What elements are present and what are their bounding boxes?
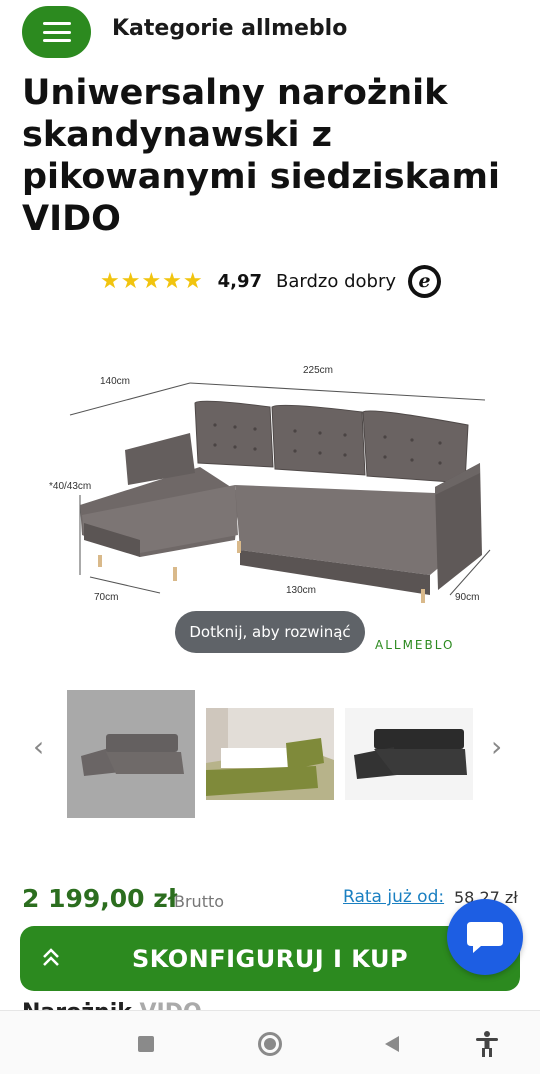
square-icon [138, 1036, 154, 1052]
price-tax-label: Brutto [174, 892, 225, 911]
chevron-right-icon[interactable]: › [491, 730, 502, 763]
rating-score: 4,97 [217, 270, 263, 292]
dimension-bottom: 130cm [286, 585, 317, 596]
sofa-thumbnail-room [206, 708, 334, 800]
thumbnail-2[interactable] [206, 708, 334, 800]
dimension-left: 70cm [94, 592, 119, 603]
sofa-thumbnail-dark [354, 729, 467, 779]
home-button[interactable] [255, 1029, 285, 1059]
configure-and-buy-button[interactable]: SKONFIGURUJ I KUP [20, 926, 520, 991]
dimension-top: 225cm [303, 365, 334, 376]
system-navigation-bar [0, 1010, 540, 1074]
product-price: 2 199,00 zł [22, 884, 178, 913]
allmeblo-logo: ALLMEBLO [375, 638, 455, 652]
tap-to-expand-hint[interactable]: Dotknij, aby rozwinąć [175, 611, 365, 653]
product-title: Uniwersalny narożnik skandynawski z piko… [22, 73, 500, 239]
menu-button[interactable] [22, 6, 91, 58]
back-button[interactable] [377, 1029, 407, 1059]
peek-text-dark: Narożnik [22, 1000, 140, 1010]
section-heading-peek: Narożnik VIDO [22, 1000, 202, 1010]
accessibility-button[interactable] [472, 1029, 502, 1059]
rating-row[interactable]: ★★★★★ 4,97 Bardzo dobry e [100, 264, 442, 298]
sofa-thumbnail-gray [81, 734, 184, 776]
dimension-height: *40/43cm [49, 481, 92, 492]
chat-bubble-icon [467, 922, 503, 953]
price-row: 2 199,00 zł Brutto Rata już od: 58,27 zł [22, 884, 522, 916]
gallery-thumbnails: ‹ › [0, 690, 540, 820]
double-chevron-up-icon [43, 948, 59, 966]
trusted-shops-icon: e [408, 264, 442, 298]
triangle-back-icon [385, 1036, 399, 1052]
circle-icon [258, 1032, 282, 1056]
chevron-left-icon[interactable]: ‹ [33, 730, 44, 763]
dimension-right: 90cm [455, 592, 480, 603]
recent-apps-button[interactable] [131, 1029, 161, 1059]
installment-link[interactable]: Rata już od: [343, 887, 444, 907]
category-link[interactable]: Kategorie allmeblo [112, 16, 347, 41]
accessibility-icon [476, 1031, 498, 1057]
trust-badge-letter: e [412, 268, 438, 294]
hamburger-icon [42, 22, 71, 42]
star-rating-icons: ★★★★★ [100, 268, 204, 294]
dimension-side: 140cm [100, 376, 131, 387]
configure-button-label: SKONFIGURUJ I KUP [131, 944, 409, 973]
rating-verdict: Bardzo dobry [276, 270, 397, 292]
peek-text-gray: VIDO [140, 1000, 202, 1010]
chat-button[interactable] [447, 899, 523, 975]
thumbnail-1[interactable] [67, 690, 195, 818]
top-header: Kategorie allmeblo [0, 0, 540, 62]
thumbnail-3[interactable] [345, 708, 473, 800]
